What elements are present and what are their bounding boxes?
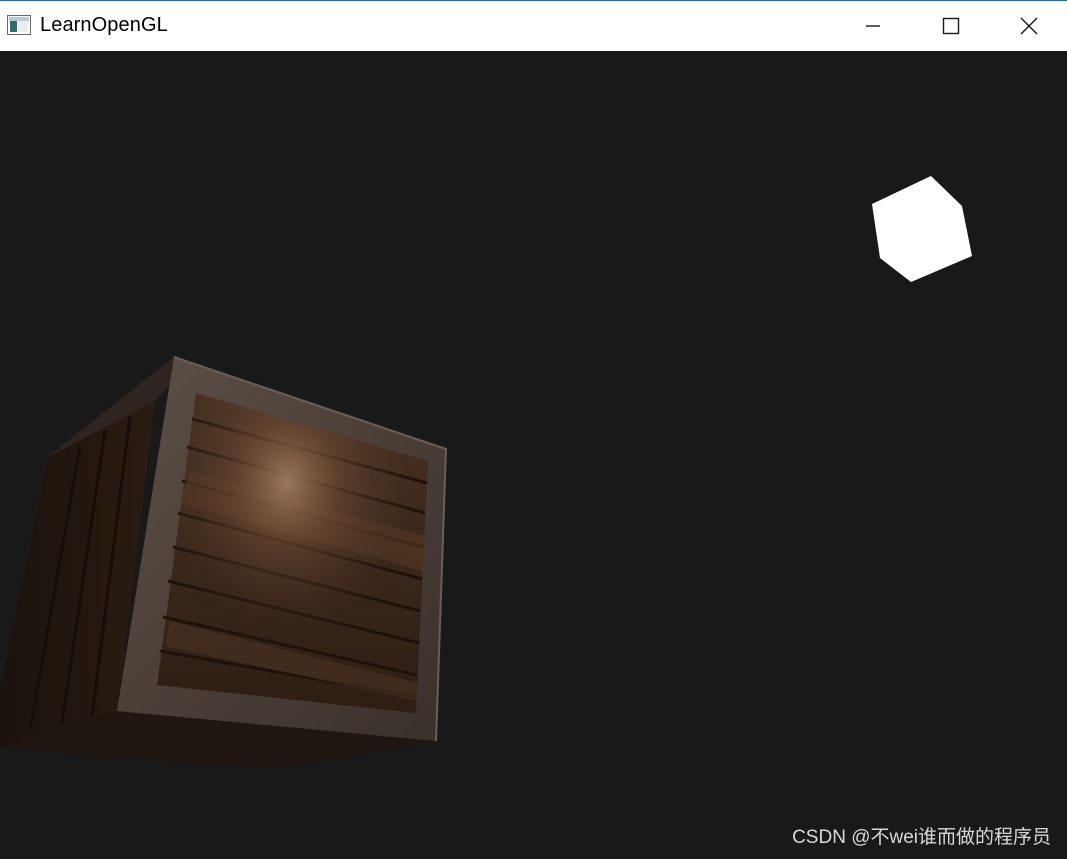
app-icon	[7, 15, 31, 35]
watermark-text: CSDN @不wei谁而做的程序员	[792, 827, 1051, 848]
app-window: LearnOpenGL CSDN @不wei谁而做的程序员	[0, 0, 1067, 859]
window-title: LearnOpenGL	[40, 14, 168, 36]
wooden-crate	[0, 356, 448, 769]
minimize-button[interactable]	[834, 1, 912, 51]
title-bar[interactable]: LearnOpenGL	[0, 0, 1067, 51]
opengl-viewport[interactable]: CSDN @不wei谁而做的程序员	[0, 51, 1067, 859]
close-icon	[1020, 17, 1037, 35]
close-button[interactable]	[990, 1, 1067, 51]
render-scene	[0, 176, 972, 769]
minimize-icon	[866, 25, 880, 27]
maximize-button[interactable]	[912, 1, 990, 51]
maximize-icon	[942, 17, 960, 35]
light-cube	[872, 176, 972, 282]
